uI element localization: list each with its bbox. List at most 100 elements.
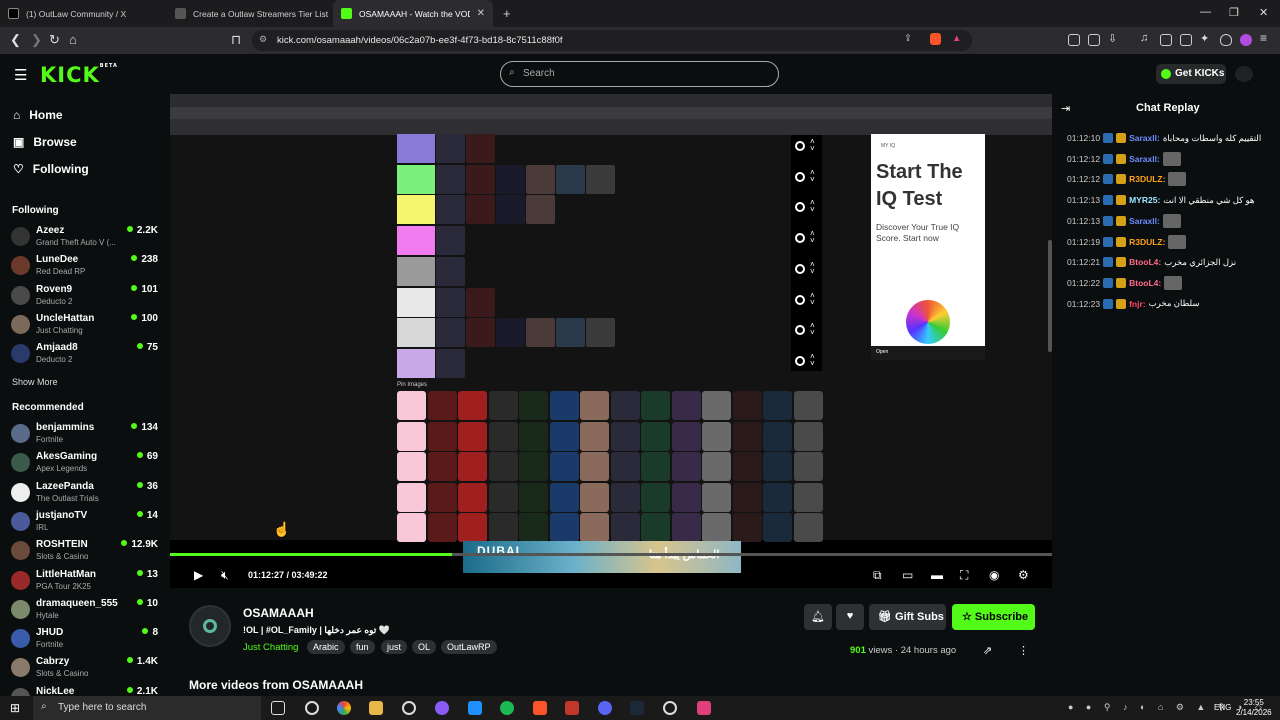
share-icon[interactable]: ⇗: [983, 644, 992, 657]
discord-icon[interactable]: [598, 701, 612, 715]
fullscreen-icon[interactable]: ⛶: [960, 568, 968, 583]
pin-image[interactable]: [610, 482, 640, 512]
pin-image[interactable]: [641, 513, 670, 542]
more-options-icon[interactable]: ⋮: [1018, 644, 1029, 657]
chrome-icon[interactable]: [337, 701, 351, 715]
vpn-shield-icon[interactable]: [1220, 34, 1232, 46]
hamburger-menu-icon[interactable]: ☰: [14, 66, 27, 84]
tier-settings-icon[interactable]: [795, 141, 805, 151]
tier-settings-icon[interactable]: [795, 325, 805, 336]
tier-move-icon[interactable]: ˄ ˅: [810, 230, 815, 245]
pin-image[interactable]: [519, 452, 548, 481]
pin-image[interactable]: [641, 391, 670, 420]
tag-chip[interactable]: Arabic: [307, 640, 345, 654]
pin-image[interactable]: [519, 421, 548, 451]
player-scrollbar[interactable]: [1048, 240, 1052, 352]
tag-chip[interactable]: OL: [412, 640, 437, 654]
tier-settings-icon[interactable]: [795, 355, 805, 366]
tier-settings-icon[interactable]: [795, 233, 805, 244]
pin-image[interactable]: [641, 482, 670, 512]
speed-icon[interactable]: ◉: [989, 568, 999, 582]
tier-move-icon[interactable]: ˄ ˅: [810, 260, 815, 275]
pin-image[interactable]: [641, 421, 670, 451]
pin-image[interactable]: [397, 452, 426, 481]
pin-image[interactable]: [702, 513, 731, 542]
bookmark-icon[interactable]: ⊓: [231, 32, 241, 48]
pin-image[interactable]: [702, 421, 731, 451]
file-explorer-icon[interactable]: [369, 701, 383, 715]
pin-image[interactable]: [610, 513, 640, 542]
channel-name[interactable]: OSAMAAAH: [243, 606, 314, 620]
pin-image[interactable]: [580, 391, 609, 420]
sidebar-item-browse[interactable]: ▣ Browse: [13, 135, 77, 149]
app-icon[interactable]: [305, 701, 319, 715]
miniplayer-icon[interactable]: ▭: [902, 568, 913, 582]
chat-username[interactable]: BtooL4:: [1129, 278, 1161, 288]
sidebar-channel[interactable]: justjanoTV IRL 14: [11, 510, 161, 538]
chat-username[interactable]: Saraxll:: [1129, 216, 1160, 226]
pin-image[interactable]: [793, 482, 823, 512]
reload-icon[interactable]: ↻: [49, 32, 60, 48]
pin-image[interactable]: [458, 452, 487, 481]
sidebar-channel[interactable]: JHUD Fortnite 8: [11, 627, 161, 655]
app-icon[interactable]: [697, 701, 711, 715]
pin-image[interactable]: [427, 391, 457, 420]
app-icon[interactable]: [565, 701, 579, 715]
search-input[interactable]: ⌕ Search: [500, 61, 779, 87]
pin-image[interactable]: [763, 513, 792, 542]
theater-icon[interactable]: ▬: [931, 568, 943, 582]
pin-image[interactable]: [397, 421, 426, 451]
pin-image[interactable]: [549, 513, 579, 542]
address-bar[interactable]: ⚙ kick.com/osamaaah/videos/06c2a07b-ee3f…: [252, 30, 972, 51]
pin-image[interactable]: [580, 513, 609, 542]
tag-chip[interactable]: OutLawRP: [441, 640, 497, 654]
play-icon[interactable]: ▶: [194, 568, 203, 582]
profile-icon[interactable]: [1240, 34, 1252, 46]
pin-image[interactable]: [549, 482, 579, 512]
pin-image[interactable]: [427, 482, 457, 512]
share-icon[interactable]: ⇪: [904, 33, 912, 44]
spotify-icon[interactable]: [500, 701, 514, 715]
pin-image[interactable]: [519, 482, 548, 512]
pin-image[interactable]: [580, 421, 609, 451]
steam-icon[interactable]: [630, 701, 644, 715]
sidebar-channel[interactable]: Roven9 Deducto 2 101: [11, 284, 161, 312]
ai-icon[interactable]: ✦: [1200, 32, 1212, 45]
pin-image[interactable]: [397, 513, 426, 542]
new-tab-button[interactable]: +: [495, 0, 517, 27]
pin-image[interactable]: [458, 513, 487, 542]
pin-image[interactable]: [763, 452, 792, 481]
collapse-chat-icon[interactable]: ⇥: [1061, 102, 1070, 115]
sidebar-item-home[interactable]: ⌂ Home: [13, 108, 63, 122]
mute-icon[interactable]: 🔇︎: [221, 568, 229, 583]
ad-open-bar[interactable]: Open: [871, 346, 985, 360]
pin-image[interactable]: [397, 482, 426, 512]
brave-icon[interactable]: [533, 701, 547, 715]
pin-image[interactable]: [793, 391, 823, 420]
pin-image[interactable]: [732, 482, 762, 512]
pin-image[interactable]: [793, 452, 823, 481]
pin-image[interactable]: [671, 391, 701, 420]
pin-image[interactable]: [397, 391, 426, 420]
rewards-icon[interactable]: ▲: [952, 33, 961, 44]
subscribe-button[interactable]: ☆ Subscribe: [952, 604, 1035, 630]
pin-image[interactable]: [549, 452, 579, 481]
chat-username[interactable]: MYR25:: [1129, 195, 1160, 205]
pin-image[interactable]: [793, 513, 823, 542]
pin-image[interactable]: [732, 421, 762, 451]
clock[interactable]: 23:55 2/14/2026: [1236, 698, 1272, 718]
tier-move-icon[interactable]: ˄ ˅: [810, 322, 815, 337]
pin-image[interactable]: [610, 452, 640, 481]
pin-image[interactable]: [793, 421, 823, 451]
site-info-icon[interactable]: ⚙: [259, 34, 267, 45]
sidebar-channel[interactable]: benjammins Fortnite 134: [11, 422, 161, 450]
tier-settings-icon[interactable]: [795, 263, 805, 274]
show-more-link[interactable]: Show More: [12, 377, 58, 387]
sidebar-icon[interactable]: [1160, 34, 1172, 46]
close-window-icon[interactable]: ✕: [1259, 6, 1268, 19]
chat-username[interactable]: BtooL4:: [1129, 257, 1161, 267]
tier-move-icon[interactable]: ˄ ˅: [810, 168, 815, 183]
tier-move-icon[interactable]: ˄ ˅: [810, 138, 815, 153]
chat-username[interactable]: fnjr:: [1129, 299, 1146, 309]
tier-move-icon[interactable]: ˄ ˅: [810, 291, 815, 306]
